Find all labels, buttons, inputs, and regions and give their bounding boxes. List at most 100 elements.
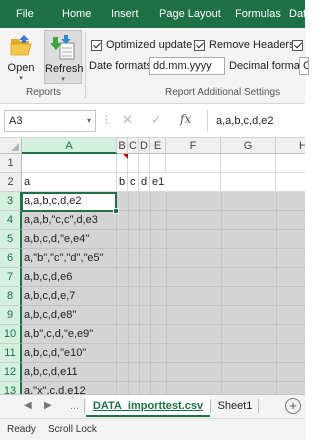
- ribbon-tab-bar: File Home Insert Page Layout Formulas Da…: [0, 0, 312, 28]
- row-header-8[interactable]: 8: [0, 287, 22, 306]
- name-box-dropdown-icon[interactable]: ▾: [87, 111, 91, 131]
- column-header-g[interactable]: G: [221, 138, 276, 154]
- column-header-d[interactable]: D: [139, 138, 150, 154]
- column-header-a[interactable]: A: [22, 138, 117, 154]
- sheet-tab-divider: [258, 399, 259, 413]
- date-formats-select[interactable]: dd.mm.yyyy: [149, 57, 225, 75]
- formula-bar-grip-icon[interactable]: ⋮: [101, 113, 112, 126]
- name-box-value: A3: [9, 115, 23, 127]
- sheet-tab-data-importtest[interactable]: DATA_importtest.csv: [86, 395, 210, 417]
- add-sheet-icon[interactable]: +: [285, 398, 301, 414]
- cell-a8[interactable]: a,b,c,d,e,7: [22, 287, 117, 306]
- status-ready: Ready: [7, 424, 36, 435]
- ribbon-panel: Open ▾ Refresh ▾ Reports Optimized updat…: [0, 28, 309, 104]
- status-scroll-lock: Scroll Lock: [48, 424, 97, 435]
- cell-g1[interactable]: [221, 154, 276, 173]
- optimized-update-label: Optimized update: [106, 39, 193, 51]
- sheet-tab-sheet1[interactable]: Sheet1: [212, 395, 258, 417]
- tab-home[interactable]: Home: [62, 0, 91, 28]
- spreadsheet-grid[interactable]: A B C D E F G H 1 2 3 4 5 6 7 8 9 10 11 …: [0, 138, 305, 394]
- cell-a2[interactable]: a: [22, 173, 117, 192]
- tab-formulas[interactable]: Formulas: [235, 0, 281, 28]
- sheet-tab-bar: ◀ ▶ ... DATA_importtest.csv Sheet1 +: [0, 394, 305, 418]
- row-header-1[interactable]: 1: [0, 154, 22, 173]
- folder-open-icon: [10, 35, 32, 56]
- reports-group-label: Reports: [26, 87, 62, 98]
- remove-headers-checkbox[interactable]: [194, 40, 205, 51]
- decimal-format-select[interactable]: C: [299, 57, 309, 75]
- date-formats-label: Date formats: [89, 60, 152, 72]
- column-header-b[interactable]: B: [117, 138, 128, 154]
- report-settings-group-label: Report Additional Settings: [165, 87, 281, 98]
- cell-a3[interactable]: a,a,b,c,d,e2: [22, 192, 117, 211]
- refresh-icon: [50, 35, 75, 60]
- cell-a11[interactable]: a,b,c,d,"e10": [22, 344, 117, 363]
- cell-h1[interactable]: [276, 154, 305, 173]
- cell-a9[interactable]: a,b,c,d,e8": [22, 306, 117, 325]
- comment-indicator[interactable]: [123, 154, 128, 159]
- tab-file[interactable]: File: [16, 0, 34, 28]
- select-all-corner[interactable]: [0, 138, 22, 154]
- row-header-5[interactable]: 5: [0, 230, 22, 249]
- cell-c2[interactable]: c: [128, 173, 139, 192]
- cancel-icon[interactable]: ✕: [122, 113, 133, 127]
- optimized-update-checkbox[interactable]: [91, 40, 102, 51]
- next-sheet-icon[interactable]: ▶: [44, 400, 52, 411]
- column-header-c[interactable]: C: [128, 138, 139, 154]
- tab-page-layout[interactable]: Page Layout: [159, 0, 221, 28]
- column-header-e[interactable]: E: [150, 138, 166, 154]
- cell-h2[interactable]: [276, 173, 305, 192]
- row-header-4[interactable]: 4: [0, 211, 22, 230]
- cell-e1[interactable]: [150, 154, 166, 173]
- cell-f1[interactable]: [166, 154, 221, 173]
- cell-d1[interactable]: [139, 154, 150, 173]
- cell-a10[interactable]: a,b",c,d,"e,e9": [22, 325, 117, 344]
- open-dropdown-icon[interactable]: ▾: [4, 74, 38, 82]
- row-header-11[interactable]: 11: [0, 344, 22, 363]
- row-header-10[interactable]: 10: [0, 325, 22, 344]
- cell-d2[interactable]: d: [139, 173, 150, 192]
- more-sheets-icon[interactable]: ...: [70, 400, 79, 412]
- refresh-button[interactable]: Refresh ▾: [44, 30, 84, 84]
- cell-c1[interactable]: [128, 154, 139, 173]
- cell-a7[interactable]: a,b,c,d,e6: [22, 268, 117, 287]
- open-label: Open: [7, 62, 35, 74]
- selected-range[interactable]: [117, 192, 305, 394]
- tab-insert[interactable]: Insert: [111, 0, 139, 28]
- tab-data[interactable]: Data: [289, 0, 312, 28]
- cell-b2[interactable]: b: [117, 173, 128, 192]
- cell-a4[interactable]: a,a,b,"c,c",d,e3: [22, 211, 117, 230]
- status-bar: Ready Scroll Lock: [0, 418, 305, 440]
- decimal-format-label: Decimal format: [229, 60, 303, 72]
- formula-bar: A3 ▾ ⋮ ✕ ✓ fx a,a,b,c,d,e2: [0, 104, 305, 138]
- sheet-tab-divider: [84, 399, 85, 413]
- column-header-h[interactable]: H: [276, 138, 305, 154]
- prev-sheet-icon[interactable]: ◀: [24, 400, 32, 411]
- cell-g2[interactable]: [221, 173, 276, 192]
- insert-function-icon[interactable]: fx: [180, 112, 191, 126]
- row-header-3[interactable]: 3: [0, 192, 22, 211]
- formula-input[interactable]: a,a,b,c,d,e2: [207, 110, 305, 132]
- cell-a5[interactable]: a,b,c,d,"e,e4": [22, 230, 117, 249]
- cell-a6[interactable]: a,"b","c","d","e5": [22, 249, 117, 268]
- open-button[interactable]: Open ▾: [4, 30, 38, 84]
- column-header-f[interactable]: F: [166, 138, 221, 154]
- cell-f2[interactable]: [166, 173, 221, 192]
- sheet-tab-divider: [210, 399, 211, 413]
- row-header-6[interactable]: 6: [0, 249, 22, 268]
- name-box[interactable]: A3 ▾: [4, 110, 96, 132]
- extra-option-checkbox[interactable]: [292, 40, 303, 51]
- cell-a12[interactable]: a,b,c,d,e11: [22, 363, 117, 382]
- refresh-label: Refresh: [45, 63, 84, 75]
- remove-headers-label: Remove Headers: [209, 39, 295, 51]
- cell-a13[interactable]: a,"x",c,d,e12: [22, 382, 117, 394]
- row-header-7[interactable]: 7: [0, 268, 22, 287]
- ribbon-group-divider: [85, 32, 86, 98]
- row-header-12[interactable]: 12: [0, 363, 22, 382]
- row-header-13[interactable]: 13: [0, 382, 22, 394]
- enter-icon[interactable]: ✓: [151, 113, 162, 127]
- cell-a1[interactable]: [22, 154, 117, 173]
- row-header-2[interactable]: 2: [0, 173, 22, 192]
- refresh-dropdown-icon[interactable]: ▾: [45, 75, 81, 83]
- row-header-9[interactable]: 9: [0, 306, 22, 325]
